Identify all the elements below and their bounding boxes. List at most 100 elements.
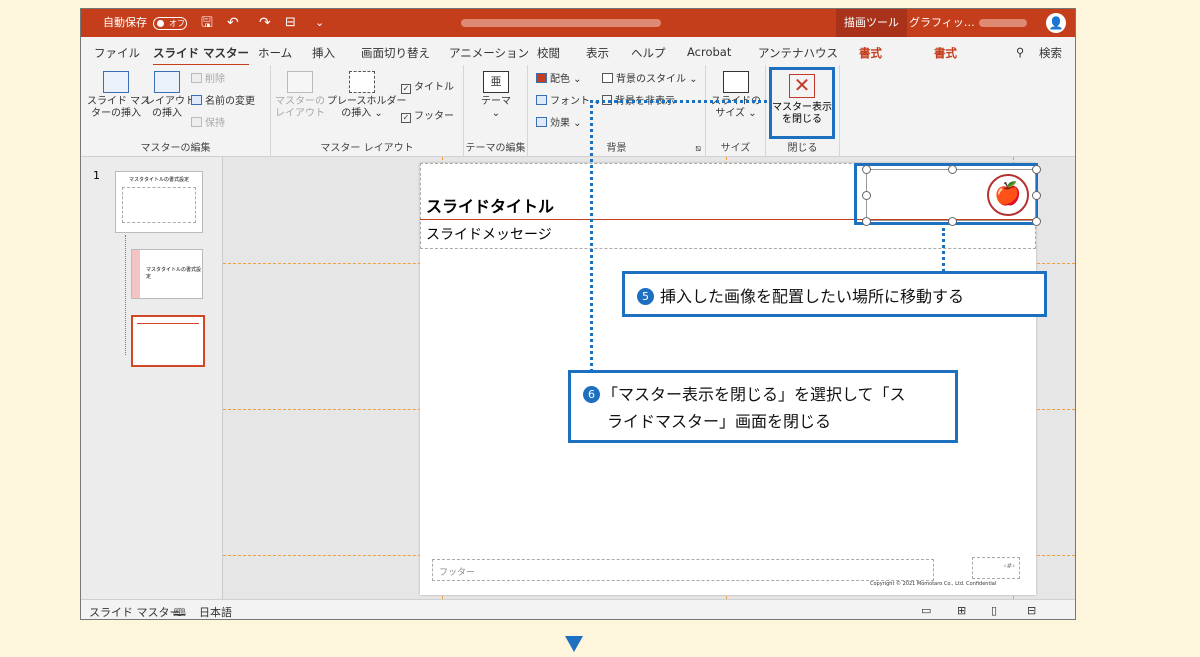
insert-slide-master-button[interactable]: スライド マス ターの挿入	[87, 71, 150, 120]
rename-icon	[191, 95, 202, 105]
undo-icon[interactable]: ↶	[227, 9, 239, 37]
preserve-button[interactable]: 保持	[191, 117, 225, 131]
resize-handle[interactable]	[1032, 191, 1041, 200]
account-name-blurred	[979, 19, 1027, 27]
slide-sorter-icon[interactable]: ⊞	[957, 604, 966, 617]
tab-acrobat[interactable]: Acrobat	[687, 45, 731, 59]
tab-insert[interactable]: 挿入	[312, 45, 335, 61]
autosave-label: 自動保存	[103, 16, 147, 29]
callout-5-text: 挿入した画像を配置したい場所に移動する	[660, 287, 965, 306]
context-tab-graphics[interactable]: グラフィッ…	[909, 9, 975, 37]
tab-review[interactable]: 校閲	[537, 45, 560, 61]
insert-layout-button[interactable]: レイアウト の挿入	[145, 71, 195, 120]
master-layout-button[interactable]: マスターの レイアウト	[275, 71, 325, 120]
insert-placeholder-button[interactable]: プレースホルダー の挿入 ⌄	[327, 71, 407, 120]
view-mode-label: スライド マスター	[89, 606, 181, 619]
preserve-icon	[191, 117, 202, 127]
search-label[interactable]: 検索	[1039, 45, 1062, 61]
redo-icon[interactable]: ↷	[259, 9, 271, 37]
customize-qat-icon[interactable]: ⌄	[315, 9, 324, 37]
language-label[interactable]: 日本語	[199, 604, 232, 619]
accessibility-icon[interactable]: 🕮	[173, 604, 186, 619]
slide-size-icon	[723, 71, 749, 93]
resize-handle[interactable]	[862, 191, 871, 200]
tab-file[interactable]: ファイル	[94, 45, 140, 61]
slide-number: 1	[93, 169, 100, 182]
effects-button[interactable]: 効果 ⌄	[536, 117, 582, 131]
step-5-badge: 5	[637, 288, 654, 305]
group-label: マスターの編集	[140, 143, 211, 154]
slideshow-icon[interactable]: ⊟	[1027, 604, 1036, 617]
account-avatar-icon[interactable]: 👤	[1046, 13, 1066, 33]
connector-6-horizontal	[590, 100, 767, 103]
status-bar: スライド マスター 🕮 日本語 ▭ ⊞ ▯ ⊟	[81, 599, 1075, 619]
resize-handle[interactable]	[948, 217, 957, 226]
title-checkbox[interactable]: ✓ タイトル	[401, 81, 454, 95]
thumbnail-body	[122, 187, 196, 223]
resize-handle[interactable]	[862, 165, 871, 174]
callout-step-6: 6 「マスター表示を閉じる」を選択して「ス ライドマスター」画面を閉じる	[568, 370, 958, 443]
group-label: 閉じる	[787, 143, 818, 154]
slide-master-icon	[103, 71, 129, 93]
thumbnail-master[interactable]: マスタタイトルの書式設定	[115, 171, 203, 233]
group-size: スライドの サイズ ⌄ サイズ	[706, 65, 766, 157]
dialog-launcher-icon[interactable]: ⧅	[695, 144, 701, 154]
checkbox-checked-icon: ✓	[401, 113, 411, 123]
reading-view-icon[interactable]: ▯	[991, 604, 997, 617]
close-icon: ✕	[789, 74, 815, 98]
group-background: 配色 ⌄ フォント ⌄ 効果 ⌄ 背景のスタイル ⌄ 背景を非表示 背景 ⧅	[528, 65, 706, 157]
resize-handle[interactable]	[1032, 217, 1041, 226]
tab-antenna-house[interactable]: アンテナハウス	[758, 45, 838, 61]
placeholder-icon	[349, 71, 375, 93]
search-icon[interactable]: ⚲	[1016, 45, 1024, 59]
delete-button[interactable]: 削除	[191, 73, 225, 87]
background-style-button[interactable]: 背景のスタイル ⌄	[602, 73, 698, 87]
tab-slide-master[interactable]: スライド マスター	[153, 45, 250, 66]
tab-home[interactable]: ホーム	[258, 45, 292, 61]
apple-logo-icon: 🍎	[987, 174, 1029, 216]
resize-handle[interactable]	[1032, 165, 1041, 174]
thumbnail-layout-1[interactable]: マスタタイトルの書式設定	[131, 249, 203, 299]
colors-button[interactable]: 配色 ⌄	[536, 73, 582, 87]
group-master-edit: スライド マス ターの挿入 レイアウト の挿入 削除 名前の変更 保持 マスター…	[81, 65, 271, 157]
tab-format-drawing[interactable]: 書式	[859, 45, 882, 61]
callout-step-5: 5 挿入した画像を配置したい場所に移動する	[622, 271, 1047, 317]
rename-button[interactable]: 名前の変更	[191, 95, 255, 109]
group-label: 背景	[606, 143, 627, 154]
tab-format-graphics[interactable]: 書式	[934, 45, 957, 61]
footer-placeholder[interactable]: フッター	[432, 559, 934, 581]
present-icon[interactable]: ⊟	[285, 9, 296, 37]
thumbnail-layout-selected[interactable]	[131, 315, 205, 367]
footer-checkbox[interactable]: ✓ フッター	[401, 110, 454, 124]
normal-view-icon[interactable]: ▭	[921, 604, 931, 617]
checkbox-checked-icon: ✓	[401, 84, 411, 94]
context-tab-drawing-tools[interactable]: 描画ツール	[836, 9, 907, 37]
save-icon[interactable]: 🖫	[201, 9, 213, 37]
page-number-placeholder[interactable]: ‹#›	[972, 557, 1020, 579]
theme-button[interactable]: 亜 テーマ ⌄	[476, 71, 516, 120]
connector-6-vertical	[590, 100, 593, 372]
step-6-badge: 6	[583, 386, 600, 403]
resize-handle[interactable]	[862, 217, 871, 226]
callout-6-line1: 「マスター表示を閉じる」を選択して「ス	[602, 385, 906, 404]
connector-5-vertical	[942, 228, 945, 272]
tab-transitions[interactable]: 画面切り替え	[361, 45, 430, 61]
tab-help[interactable]: ヘルプ	[631, 45, 666, 61]
tab-animations[interactable]: アニメーション	[449, 45, 529, 61]
autosave-toggle[interactable]: オフ	[153, 17, 187, 30]
ribbon-tabs: ファイル スライド マスター ホーム 挿入 画面切り替え アニメーション 校閲 …	[81, 37, 1075, 66]
tab-view[interactable]: 表示	[586, 45, 609, 61]
selected-image[interactable]: 🍎	[862, 165, 1041, 226]
slide-message[interactable]: スライドメッセージ	[426, 224, 552, 244]
slide-size-button[interactable]: スライドの サイズ ⌄	[710, 71, 762, 120]
effects-icon	[536, 117, 547, 127]
group-master-layout: マスターの レイアウト プレースホルダー の挿入 ⌄ ✓ タイトル ✓ フッター マ…	[271, 65, 464, 157]
group-label: テーマの編集	[465, 143, 526, 154]
resize-handle[interactable]	[948, 165, 957, 174]
slide-title[interactable]: スライドタイトル	[426, 193, 554, 217]
close-master-view-button[interactable]: ✕ マスター表示 を閉じる	[769, 67, 835, 139]
group-label: サイズ	[720, 143, 751, 154]
document-title-blurred	[461, 19, 661, 27]
thumbnail-panel: 1 マスタタイトルの書式設定 マスタタイトルの書式設定	[81, 157, 223, 599]
copyright-text: Copyright © 2021 Momotaro Co., Ltd. Conf…	[870, 581, 997, 587]
